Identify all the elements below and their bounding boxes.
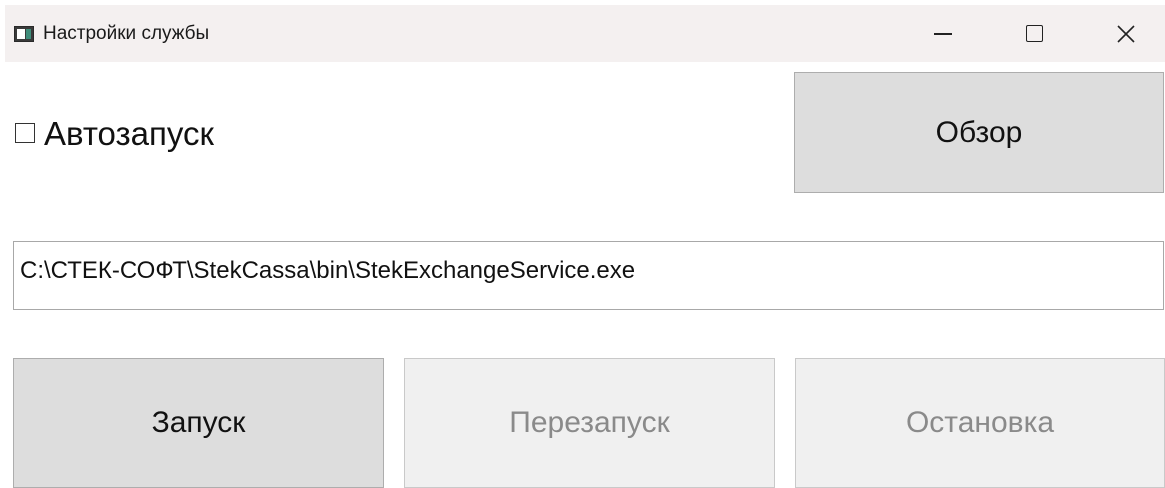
minimize-icon bbox=[934, 33, 952, 35]
maximize-icon bbox=[1026, 25, 1043, 42]
restart-button[interactable]: Перезапуск bbox=[404, 358, 775, 488]
close-icon bbox=[1117, 25, 1135, 43]
minimize-button[interactable] bbox=[900, 5, 990, 62]
service-path-field[interactable]: C:\СТЕК-СОФТ\StekCassa\bin\StekExchangeS… bbox=[13, 241, 1164, 310]
service-path-value: C:\СТЕК-СОФТ\StekCassa\bin\StekExchangeS… bbox=[20, 257, 636, 284]
maximize-button[interactable] bbox=[990, 5, 1080, 62]
stop-button[interactable]: Остановка bbox=[795, 358, 1165, 488]
autostart-label[interactable]: Автозапуск bbox=[44, 114, 214, 154]
browse-button[interactable]: Обзор bbox=[794, 72, 1164, 193]
close-button[interactable] bbox=[1078, 5, 1165, 62]
checkbox-box[interactable] bbox=[15, 123, 35, 143]
window-title: Настройки службы bbox=[43, 23, 210, 44]
app-window-icon bbox=[14, 26, 34, 42]
start-button[interactable]: Запуск bbox=[13, 358, 384, 488]
title-bar[interactable]: Настройки службы bbox=[5, 5, 1165, 62]
